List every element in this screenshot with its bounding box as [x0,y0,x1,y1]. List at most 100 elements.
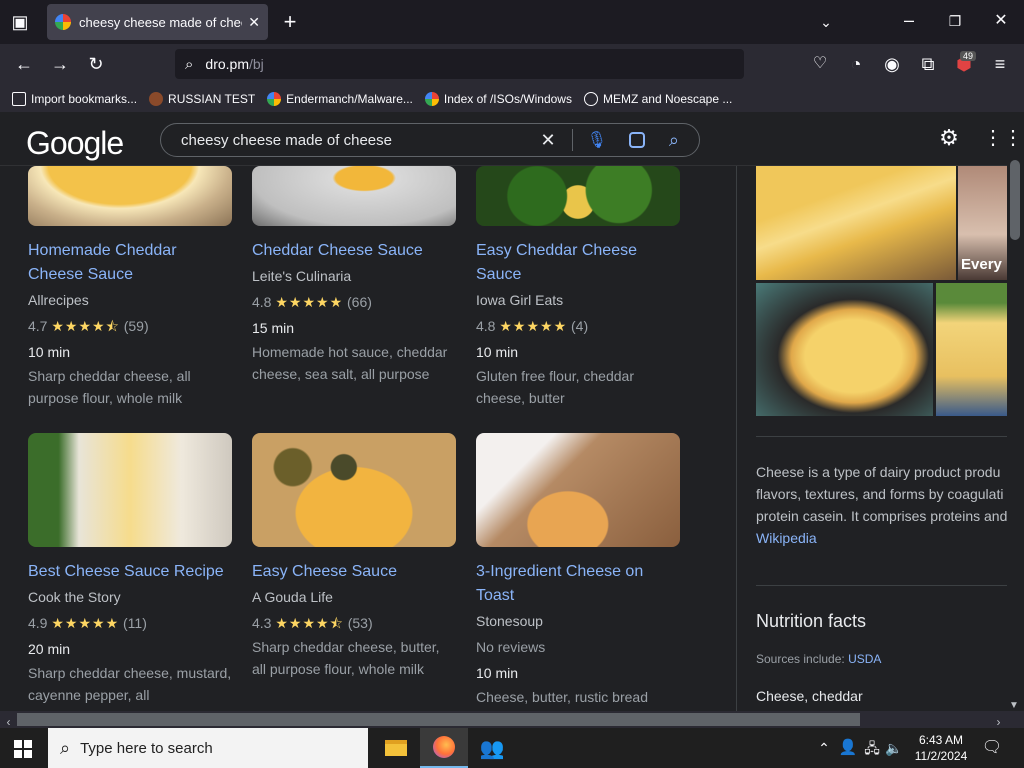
recipe-thumbnail[interactable] [476,166,680,226]
reload-icon[interactable]: ↻ [84,54,108,74]
recipe-card[interactable]: Homemade Cheddar Cheese Sauce Allrecipes… [28,239,233,409]
volume-icon[interactable]: 🔈 [882,738,906,758]
recipe-thumbnail[interactable] [476,433,680,547]
cheese-image[interactable] [756,283,933,416]
recipe-thumbnail[interactable] [252,166,456,226]
bookmark-label: RUSSIAN TEST [168,92,256,106]
google-favicon-icon [55,14,71,30]
tray-users-icon[interactable]: 👤 [836,738,860,758]
cheese-image[interactable] [936,283,1007,416]
clear-search-icon[interactable]: ✕ [541,130,556,151]
recipe-source: Leite's Culinaria [252,268,352,284]
bookmark-endermanch[interactable]: Endermanch/Malware... [267,92,413,106]
star-rating-icon: ★★★★⯪ [51,318,120,334]
close-tab-icon[interactable]: ✕ [248,14,260,31]
search-submit-icon[interactable]: ⌕ [669,130,679,151]
bookmark-import[interactable]: Import bookmarks... [12,92,137,106]
recipe-source: Iowa Girl Eats [476,292,564,308]
recipe-title[interactable]: 3-Ingredient Cheese on Toast [476,560,681,608]
menu-icon[interactable]: ≡ [988,54,1012,74]
clock-date: 11/2/2024 [914,749,968,763]
divider [571,129,573,151]
windows-start-icon[interactable] [14,740,32,758]
settings-gear-icon[interactable]: ⚙ [937,127,961,149]
description-line: flavors, textures, and forms by coagulat… [756,486,1004,502]
recipe-title[interactable]: Best Cheese Sauce Recipe [28,560,233,584]
logo-pane [24,740,32,748]
recipe-title[interactable]: Homemade Cheddar Cheese Sauce [28,239,233,287]
voice-search-icon[interactable]: 🎙 [587,130,607,150]
back-icon[interactable]: ← [12,54,36,74]
vertical-scrollbar[interactable] [1007,166,1024,711]
review-count: (59) [123,318,149,334]
minimize-icon[interactable]: – [897,10,921,30]
lens-icon[interactable] [628,132,645,148]
recipe-thumbnail[interactable] [28,166,232,226]
recipe-title[interactable]: Easy Cheese Sauce [252,560,457,584]
bookmark-isos[interactable]: Index of /ISOs/Windows [424,92,572,106]
apps-grid-icon[interactable]: ⋮⋮ [983,128,1023,148]
usda-link[interactable]: USDA [848,652,881,666]
rating-value: 4.8 [252,294,272,310]
network-icon[interactable]: 🖧 [860,738,884,758]
cheese-image[interactable] [756,166,956,280]
restore-icon[interactable]: ❐ [943,11,967,31]
recipe-rating: 4.8 ★★★★★ (66) [252,289,457,315]
recipe-time: 20 min [28,641,71,657]
recipe-title[interactable]: Cheddar Cheese Sauce [252,239,457,263]
bookmark-memz[interactable]: MEMZ and Noescape ... [583,92,732,106]
recipe-ingredients: Sharp cheddar cheese, all purpose flour,… [28,368,191,406]
horizontal-scroll-thumb[interactable] [17,713,860,726]
sources-label: Sources include: [756,652,845,666]
close-window-icon[interactable]: ✕ [989,11,1013,31]
search-box[interactable]: cheesy cheese made of cheese ✕ 🎙 ⌕ [160,123,700,157]
file-explorer-icon[interactable] [374,728,418,768]
column-divider [736,166,737,711]
star-rating-icon: ★★★★★ [499,318,568,334]
recipe-rating: No reviews [476,639,546,655]
recipe-card[interactable]: Easy Cheese Sauce A Gouda Life 4.3 ★★★★⯪… [252,560,457,680]
clock[interactable]: 6:43 AM 11/2/2024 [906,732,976,764]
list-tabs-icon[interactable]: ⌄ [814,12,838,32]
notifications-icon[interactable]: 🗨 [980,738,1004,758]
vertical-scroll-thumb[interactable] [1010,160,1020,240]
recipe-card[interactable]: 3-Ingredient Cheese on Toast Stonesoup N… [476,560,681,708]
show-hidden-icons-icon[interactable]: ⌃ [812,738,836,758]
nutrition-item[interactable]: Cheese, cheddar [756,685,863,707]
pocket-icon[interactable]: ♡ [808,54,832,74]
bookmark-russian-test[interactable]: RUSSIAN TEST [149,92,255,106]
recipe-thumbnail[interactable] [252,433,456,547]
account-icon[interactable]: ◉ [880,54,904,74]
wikipedia-link[interactable]: Wikipedia [756,527,817,549]
rating-value: 4.9 [28,615,48,631]
url-path: /bj [248,56,264,72]
firefox-taskbar-icon[interactable] [420,728,468,768]
recipe-card[interactable]: Cheddar Cheese Sauce Leite's Culinaria 4… [252,239,457,385]
forward-icon[interactable]: → [48,54,72,74]
active-tab[interactable]: cheesy cheese made of cheese ✕ [47,4,268,40]
cheese-image[interactable]: Every [958,166,1007,280]
extensions-icon[interactable]: ⧉ [916,54,940,74]
bookmark-label: Index of /ISOs/Windows [443,92,572,106]
nutrition-sources: Sources include: USDA [756,648,881,670]
globe-icon [583,92,598,106]
recipe-time: 10 min [476,665,519,681]
people-glyph: 👥 [479,737,505,760]
recipe-ingredients: Sharp cheddar cheese, butter, all purpos… [252,639,440,677]
search-icon: ⌕ [60,737,71,758]
taskbar-search[interactable]: ⌕ Type here to search [48,728,368,768]
recipe-thumbnail[interactable] [28,433,232,547]
tab-overview-icon[interactable]: ▣ [8,12,32,32]
extension-timer-icon[interactable]: ◔ [844,54,868,74]
star-rating-icon: ★★★★★ [51,615,120,631]
google-icon [267,92,282,106]
review-count: (66) [347,294,372,310]
google-logo[interactable]: Google [26,125,124,162]
address-bar[interactable]: ⌕ dro.pm/bj [175,49,744,79]
new-tab-icon[interactable]: + [278,11,302,33]
recipe-card[interactable]: Easy Cheddar Cheese Sauce Iowa Girl Eats… [476,239,681,409]
recipe-card[interactable]: Best Cheese Sauce Recipe Cook the Story … [28,560,233,706]
recipe-title[interactable]: Easy Cheddar Cheese Sauce [476,239,681,287]
users-app-icon[interactable]: 👥 [470,728,514,768]
recipe-rating: 4.3 ★★★★⯪ (53) [252,610,457,636]
